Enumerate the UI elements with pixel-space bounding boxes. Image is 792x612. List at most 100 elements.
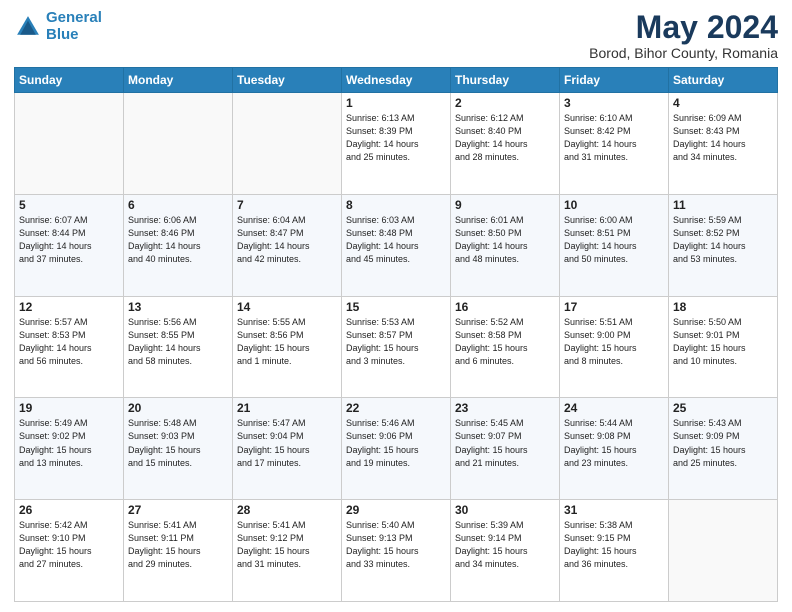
day-number: 6 bbox=[128, 198, 228, 212]
calendar-cell: 11Sunrise: 5:59 AM Sunset: 8:52 PM Dayli… bbox=[669, 194, 778, 296]
calendar-week-1: 1 Sunrise: 6:13 AM Sunset: 8:39 PM Daylig… bbox=[15, 93, 778, 195]
logo-line1: General bbox=[46, 9, 102, 26]
day-number: 25 bbox=[673, 401, 773, 415]
col-header-tuesday: Tuesday bbox=[233, 68, 342, 93]
day-number: 30 bbox=[455, 503, 555, 517]
day-number: 5 bbox=[19, 198, 119, 212]
day-info: Sunrise: 6:01 AM Sunset: 8:50 PM Dayligh… bbox=[455, 214, 555, 266]
calendar-cell: 15Sunrise: 5:53 AM Sunset: 8:57 PM Dayli… bbox=[342, 296, 451, 398]
day-number: 22 bbox=[346, 401, 446, 415]
day-number: 15 bbox=[346, 300, 446, 314]
calendar-week-5: 26 Sunrise: 5:42 AM Sunset: 9:10 PM Dayli… bbox=[15, 500, 778, 602]
day-number: 26 bbox=[19, 503, 119, 517]
day-info: Sunrise: 5:38 AM Sunset: 9:15 PM Dayligh… bbox=[564, 519, 664, 571]
day-info: Sunrise: 5:50 AM Sunset: 9:01 PM Dayligh… bbox=[673, 316, 773, 368]
day-info: Sunrise: 5:45 AM Sunset: 9:07 PM Dayligh… bbox=[455, 417, 555, 469]
calendar-week-4: 19Sunrise: 5:49 AM Sunset: 9:02 PM Dayli… bbox=[15, 398, 778, 500]
day-info: Sunrise: 5:51 AM Sunset: 9:00 PM Dayligh… bbox=[564, 316, 664, 368]
day-number: 7 bbox=[237, 198, 337, 212]
calendar-cell: 29 Sunrise: 5:40 AM Sunset: 9:13 PM Dayli… bbox=[342, 500, 451, 602]
calendar-cell bbox=[233, 93, 342, 195]
day-info: Sunrise: 5:41 AM Sunset: 9:11 PM Dayligh… bbox=[128, 519, 228, 571]
calendar-cell: 21Sunrise: 5:47 AM Sunset: 9:04 PM Dayli… bbox=[233, 398, 342, 500]
calendar-cell: 4 Sunrise: 6:09 AM Sunset: 8:43 PM Daylig… bbox=[669, 93, 778, 195]
calendar-cell: 25 Sunrise: 5:43 AM Sunset: 9:09 PM Dayli… bbox=[669, 398, 778, 500]
day-info: Sunrise: 5:40 AM Sunset: 9:13 PM Dayligh… bbox=[346, 519, 446, 571]
calendar-cell: 31 Sunrise: 5:38 AM Sunset: 9:15 PM Dayli… bbox=[560, 500, 669, 602]
col-header-thursday: Thursday bbox=[451, 68, 560, 93]
day-number: 1 bbox=[346, 96, 446, 110]
main-title: May 2024 bbox=[589, 10, 778, 45]
calendar-cell: 26 Sunrise: 5:42 AM Sunset: 9:10 PM Dayli… bbox=[15, 500, 124, 602]
logo: General Blue bbox=[14, 10, 102, 43]
day-number: 2 bbox=[455, 96, 555, 110]
day-number: 31 bbox=[564, 503, 664, 517]
calendar-cell: 9 Sunrise: 6:01 AM Sunset: 8:50 PM Daylig… bbox=[451, 194, 560, 296]
col-header-sunday: Sunday bbox=[15, 68, 124, 93]
title-block: May 2024 Borod, Bihor County, Romania bbox=[589, 10, 778, 61]
day-number: 24 bbox=[564, 401, 664, 415]
calendar-header-row: SundayMondayTuesdayWednesdayThursdayFrid… bbox=[15, 68, 778, 93]
calendar-cell: 14 Sunrise: 5:55 AM Sunset: 8:56 PM Dayli… bbox=[233, 296, 342, 398]
day-info: Sunrise: 6:10 AM Sunset: 8:42 PM Dayligh… bbox=[564, 112, 664, 164]
day-info: Sunrise: 6:13 AM Sunset: 8:39 PM Dayligh… bbox=[346, 112, 446, 164]
calendar-week-3: 12 Sunrise: 5:57 AM Sunset: 8:53 PM Dayli… bbox=[15, 296, 778, 398]
header: General Blue May 2024 Borod, Bihor Count… bbox=[14, 10, 778, 61]
calendar-cell: 18 Sunrise: 5:50 AM Sunset: 9:01 PM Dayli… bbox=[669, 296, 778, 398]
calendar-cell bbox=[124, 93, 233, 195]
logo-text: General Blue bbox=[46, 10, 102, 43]
day-number: 21 bbox=[237, 401, 337, 415]
calendar-cell: 5 Sunrise: 6:07 AM Sunset: 8:44 PM Daylig… bbox=[15, 194, 124, 296]
calendar-cell: 13 Sunrise: 5:56 AM Sunset: 8:55 PM Dayli… bbox=[124, 296, 233, 398]
calendar-cell: 22Sunrise: 5:46 AM Sunset: 9:06 PM Dayli… bbox=[342, 398, 451, 500]
calendar-cell: 23 Sunrise: 5:45 AM Sunset: 9:07 PM Dayli… bbox=[451, 398, 560, 500]
day-number: 4 bbox=[673, 96, 773, 110]
day-number: 16 bbox=[455, 300, 555, 314]
logo-line2: Blue bbox=[46, 26, 79, 43]
day-number: 3 bbox=[564, 96, 664, 110]
day-info: Sunrise: 6:07 AM Sunset: 8:44 PM Dayligh… bbox=[19, 214, 119, 266]
calendar-cell: 1 Sunrise: 6:13 AM Sunset: 8:39 PM Daylig… bbox=[342, 93, 451, 195]
day-number: 17 bbox=[564, 300, 664, 314]
calendar-cell: 6 Sunrise: 6:06 AM Sunset: 8:46 PM Daylig… bbox=[124, 194, 233, 296]
day-info: Sunrise: 5:43 AM Sunset: 9:09 PM Dayligh… bbox=[673, 417, 773, 469]
calendar-week-2: 5 Sunrise: 6:07 AM Sunset: 8:44 PM Daylig… bbox=[15, 194, 778, 296]
day-info: Sunrise: 5:56 AM Sunset: 8:55 PM Dayligh… bbox=[128, 316, 228, 368]
calendar-cell: 16 Sunrise: 5:52 AM Sunset: 8:58 PM Dayli… bbox=[451, 296, 560, 398]
calendar-cell: 20Sunrise: 5:48 AM Sunset: 9:03 PM Dayli… bbox=[124, 398, 233, 500]
calendar-cell: 12 Sunrise: 5:57 AM Sunset: 8:53 PM Dayli… bbox=[15, 296, 124, 398]
day-number: 14 bbox=[237, 300, 337, 314]
calendar-cell: 19Sunrise: 5:49 AM Sunset: 9:02 PM Dayli… bbox=[15, 398, 124, 500]
day-number: 27 bbox=[128, 503, 228, 517]
subtitle: Borod, Bihor County, Romania bbox=[589, 45, 778, 61]
day-number: 18 bbox=[673, 300, 773, 314]
day-number: 13 bbox=[128, 300, 228, 314]
day-number: 9 bbox=[455, 198, 555, 212]
day-number: 29 bbox=[346, 503, 446, 517]
day-info: Sunrise: 6:03 AM Sunset: 8:48 PM Dayligh… bbox=[346, 214, 446, 266]
page: General Blue May 2024 Borod, Bihor Count… bbox=[0, 0, 792, 612]
day-info: Sunrise: 5:39 AM Sunset: 9:14 PM Dayligh… bbox=[455, 519, 555, 571]
day-info: Sunrise: 5:41 AM Sunset: 9:12 PM Dayligh… bbox=[237, 519, 337, 571]
day-info: Sunrise: 5:52 AM Sunset: 8:58 PM Dayligh… bbox=[455, 316, 555, 368]
day-info: Sunrise: 5:55 AM Sunset: 8:56 PM Dayligh… bbox=[237, 316, 337, 368]
calendar-cell: 3 Sunrise: 6:10 AM Sunset: 8:42 PM Daylig… bbox=[560, 93, 669, 195]
day-info: Sunrise: 5:42 AM Sunset: 9:10 PM Dayligh… bbox=[19, 519, 119, 571]
calendar-cell: 30 Sunrise: 5:39 AM Sunset: 9:14 PM Dayli… bbox=[451, 500, 560, 602]
calendar-cell bbox=[669, 500, 778, 602]
calendar-cell: 10Sunrise: 6:00 AM Sunset: 8:51 PM Dayli… bbox=[560, 194, 669, 296]
calendar-cell: 8Sunrise: 6:03 AM Sunset: 8:48 PM Daylig… bbox=[342, 194, 451, 296]
day-info: Sunrise: 6:00 AM Sunset: 8:51 PM Dayligh… bbox=[564, 214, 664, 266]
day-info: Sunrise: 6:09 AM Sunset: 8:43 PM Dayligh… bbox=[673, 112, 773, 164]
col-header-monday: Monday bbox=[124, 68, 233, 93]
day-info: Sunrise: 5:48 AM Sunset: 9:03 PM Dayligh… bbox=[128, 417, 228, 469]
day-info: Sunrise: 6:04 AM Sunset: 8:47 PM Dayligh… bbox=[237, 214, 337, 266]
col-header-friday: Friday bbox=[560, 68, 669, 93]
calendar-cell: 7 Sunrise: 6:04 AM Sunset: 8:47 PM Daylig… bbox=[233, 194, 342, 296]
day-number: 23 bbox=[455, 401, 555, 415]
day-number: 19 bbox=[19, 401, 119, 415]
day-info: Sunrise: 6:06 AM Sunset: 8:46 PM Dayligh… bbox=[128, 214, 228, 266]
day-number: 11 bbox=[673, 198, 773, 212]
day-info: Sunrise: 5:57 AM Sunset: 8:53 PM Dayligh… bbox=[19, 316, 119, 368]
day-number: 12 bbox=[19, 300, 119, 314]
